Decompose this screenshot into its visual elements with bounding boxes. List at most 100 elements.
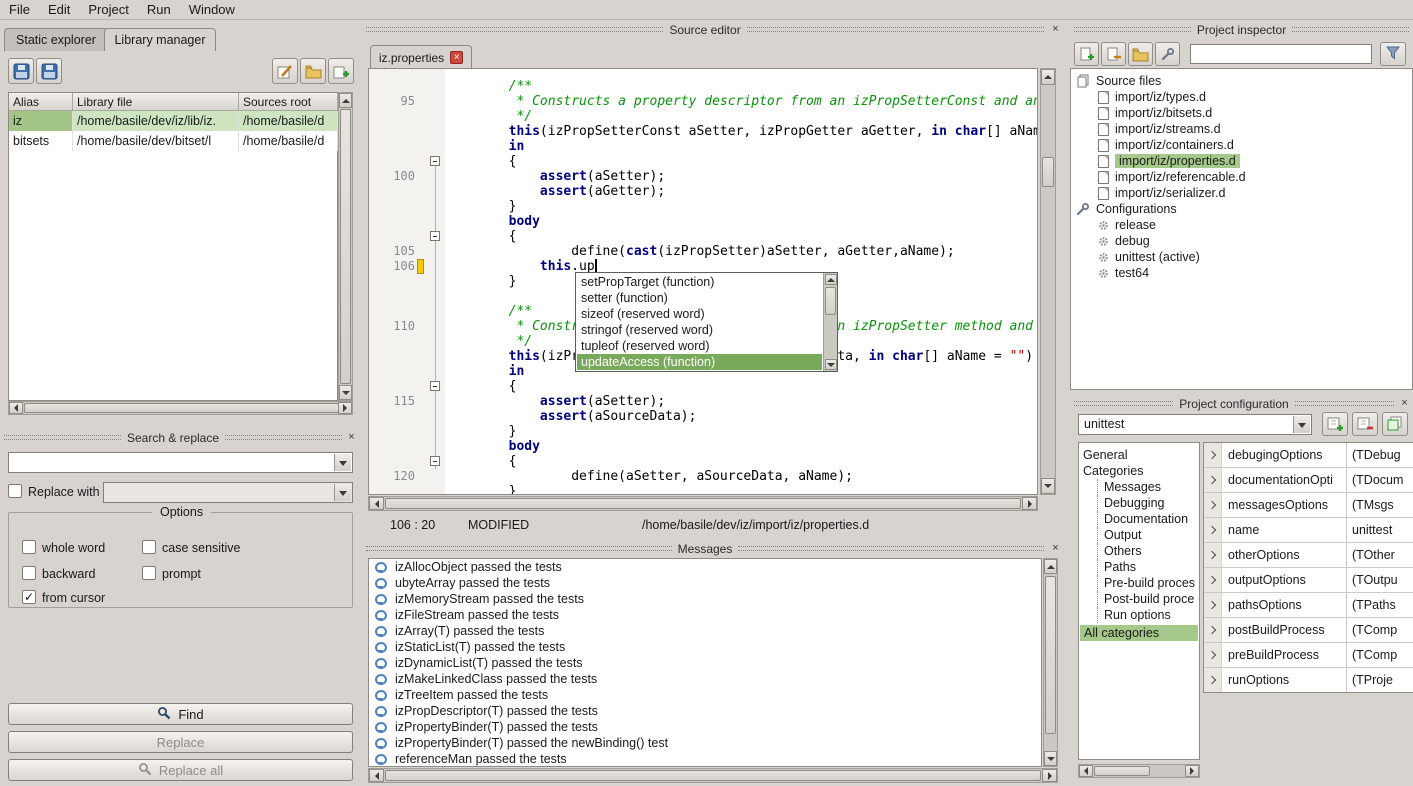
- close-messages-button[interactable]: ×: [1049, 542, 1062, 555]
- menu-item-window[interactable]: Window: [180, 0, 244, 20]
- completion-item[interactable]: setter (function): [577, 290, 822, 306]
- close-search-panel-button[interactable]: ×: [345, 431, 358, 444]
- editor-horizontal-scrollbar[interactable]: [368, 496, 1038, 511]
- scroll-down-button[interactable]: [825, 359, 837, 370]
- property-row[interactable]: messagesOptions(TMsgs: [1204, 493, 1413, 518]
- message-item[interactable]: referenceMan passed the tests: [369, 751, 567, 767]
- scroll-thumb[interactable]: [825, 287, 836, 315]
- category-item[interactable]: Pre-build proces: [1097, 575, 1197, 591]
- replace-button[interactable]: Replace: [8, 731, 353, 753]
- configuration-horizontal-scrollbar[interactable]: [1078, 764, 1200, 778]
- configuration-categories[interactable]: GeneralCategoriesMessagesDebuggingDocume…: [1078, 442, 1200, 760]
- expand-row-button[interactable]: [1204, 593, 1222, 617]
- checkbox-case-sensitive[interactable]: [142, 540, 156, 554]
- edit-button[interactable]: [272, 58, 298, 84]
- close-project-configuration-button[interactable]: ×: [1398, 397, 1411, 410]
- property-row[interactable]: debugingOptions(TDebug: [1204, 443, 1413, 468]
- library-table[interactable]: AliasLibrary fileSources rootiz/home/bas…: [8, 92, 338, 401]
- tree-item[interactable]: release: [1098, 217, 1156, 233]
- completion-item[interactable]: stringof (reserved word): [577, 322, 822, 338]
- tree-item[interactable]: Configurations: [1076, 201, 1177, 217]
- property-row[interactable]: preBuildProcess(TComp: [1204, 643, 1413, 668]
- replace-history-dropdown[interactable]: [334, 484, 351, 501]
- tree-item[interactable]: test64: [1098, 265, 1149, 281]
- completion-scrollbar[interactable]: [823, 273, 837, 371]
- menu-item-file[interactable]: File: [0, 0, 39, 20]
- add-source-button[interactable]: [1074, 42, 1099, 66]
- messages-list[interactable]: izAllocObject passed the testsubyteArray…: [368, 558, 1042, 767]
- menu-item-project[interactable]: Project: [79, 0, 137, 20]
- expand-row-button[interactable]: [1204, 518, 1222, 542]
- scroll-thumb[interactable]: [1094, 766, 1150, 776]
- tab-close-icon[interactable]: ×: [450, 51, 463, 64]
- tree-item[interactable]: unittest (active): [1098, 249, 1200, 265]
- fold-collapse-icon[interactable]: [430, 156, 440, 166]
- search-text-field[interactable]: [12, 454, 331, 471]
- inspector-filter-box[interactable]: [1190, 44, 1372, 64]
- scroll-down-button[interactable]: [1041, 478, 1055, 494]
- fold-collapse-icon[interactable]: [430, 456, 440, 466]
- tree-item[interactable]: import/iz/bitsets.d: [1098, 105, 1212, 121]
- remove-config-button[interactable]: [1352, 412, 1378, 436]
- open-folder-button[interactable]: [300, 58, 326, 84]
- replace-input[interactable]: [103, 482, 353, 503]
- table-cell[interactable]: /home/basile/d: [239, 131, 338, 151]
- message-item[interactable]: izPropDescriptor(T) passed the tests: [369, 703, 598, 719]
- tree-item[interactable]: import/iz/referencable.d: [1098, 169, 1246, 185]
- checkbox-backward[interactable]: [22, 566, 36, 580]
- property-row[interactable]: runOptions(TProje: [1204, 668, 1413, 693]
- expand-row-button[interactable]: [1204, 643, 1222, 667]
- clone-config-button[interactable]: [1382, 412, 1408, 436]
- category-item[interactable]: Others: [1097, 543, 1197, 559]
- find-button[interactable]: Find: [8, 703, 353, 725]
- scroll-left-button[interactable]: [9, 402, 23, 414]
- fold-collapse-icon[interactable]: [430, 381, 440, 391]
- scroll-thumb[interactable]: [340, 109, 351, 384]
- tree-item[interactable]: import/iz/serializer.d: [1098, 185, 1225, 201]
- scroll-up-button[interactable]: [1041, 69, 1055, 85]
- fold-collapse-icon[interactable]: [430, 231, 440, 241]
- checkbox-whole-word[interactable]: [22, 540, 36, 554]
- expand-row-button[interactable]: [1204, 493, 1222, 517]
- expand-row-button[interactable]: [1204, 568, 1222, 592]
- scroll-right-button[interactable]: [1185, 765, 1199, 777]
- scroll-left-button[interactable]: [369, 497, 384, 510]
- tree-item[interactable]: debug: [1098, 233, 1150, 249]
- message-item[interactable]: izFileStream passed the tests: [369, 607, 559, 623]
- message-item[interactable]: izArray(T) passed the tests: [369, 623, 544, 639]
- scroll-thumb[interactable]: [1045, 576, 1056, 734]
- column-header-sources-root[interactable]: Sources root: [239, 93, 338, 111]
- message-item[interactable]: izAllocObject passed the tests: [369, 559, 562, 575]
- scroll-thumb[interactable]: [24, 403, 339, 413]
- configuration-dropdown[interactable]: [1293, 416, 1310, 433]
- scroll-left-button[interactable]: [369, 769, 384, 782]
- scroll-up-button[interactable]: [1044, 559, 1057, 574]
- table-cell[interactable]: bitsets: [9, 131, 73, 151]
- scroll-up-button[interactable]: [339, 93, 352, 108]
- message-item[interactable]: izMakeLinkedClass passed the tests: [369, 671, 597, 687]
- save-button[interactable]: [8, 58, 34, 84]
- message-item[interactable]: ubyteArray passed the tests: [369, 575, 550, 591]
- tab-static-explorer[interactable]: Static explorer: [4, 28, 108, 51]
- checkbox-from-cursor[interactable]: ✓: [22, 590, 36, 604]
- open-folder-button[interactable]: [1128, 42, 1153, 66]
- scroll-up-button[interactable]: [825, 274, 837, 285]
- configuration-property-grid[interactable]: debugingOptions(TDebugdocumentationOpti(…: [1203, 442, 1413, 693]
- expand-row-button[interactable]: [1204, 543, 1222, 567]
- category-item[interactable]: Debugging: [1097, 495, 1197, 511]
- filter-button[interactable]: [1380, 42, 1406, 66]
- scroll-right-button[interactable]: [1042, 769, 1057, 782]
- search-input[interactable]: [8, 452, 353, 473]
- tree-item[interactable]: Source files: [1076, 73, 1161, 89]
- column-header-alias[interactable]: Alias: [9, 93, 73, 111]
- messages-horizontal-scrollbar[interactable]: [368, 768, 1058, 783]
- tree-item[interactable]: import/iz/types.d: [1098, 89, 1206, 105]
- property-row[interactable]: pathsOptions(TPaths: [1204, 593, 1413, 618]
- scroll-right-button[interactable]: [338, 402, 352, 414]
- scroll-down-button[interactable]: [339, 385, 352, 400]
- editor-tab-iz-properties[interactable]: iz.properties ×: [370, 45, 472, 69]
- save-as-button[interactable]: [36, 58, 62, 84]
- property-row[interactable]: documentationOpti(TDocum: [1204, 468, 1413, 493]
- add-config-button[interactable]: [1322, 412, 1348, 436]
- category-item[interactable]: Categories: [1083, 463, 1197, 479]
